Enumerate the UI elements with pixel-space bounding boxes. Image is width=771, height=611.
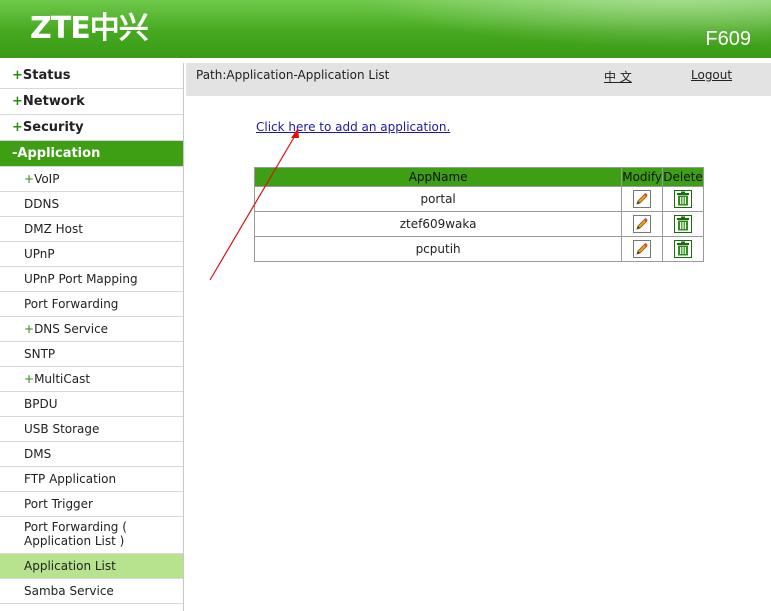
sidebar-item-network[interactable]: +Network bbox=[0, 89, 183, 115]
sidebar-item-label: SNTP bbox=[24, 347, 56, 361]
application-table: AppName Modify Delete portal ztef609waka bbox=[253, 167, 704, 262]
table-header-row: AppName Modify Delete bbox=[253, 167, 704, 187]
sidebar-item-status[interactable]: +Status bbox=[0, 63, 183, 89]
sidebar-item-upnp-port-mapping[interactable]: UPnP Port Mapping bbox=[0, 267, 183, 292]
sidebar-item-label: DMZ Host bbox=[24, 222, 83, 236]
delete-cell bbox=[662, 211, 704, 237]
pencil-edit-icon[interactable] bbox=[633, 240, 652, 258]
sidebar-item-label: UPnP Port Mapping bbox=[24, 272, 138, 286]
sidebar-item-ddns[interactable]: DDNS bbox=[0, 192, 183, 217]
expand-sign: + bbox=[12, 120, 23, 135]
sidebar-item-dmz-host[interactable]: DMZ Host bbox=[0, 217, 183, 242]
expand-sign: + bbox=[24, 372, 35, 386]
sidebar-item-label: Application List bbox=[24, 559, 116, 573]
sidebar-item-sntp[interactable]: SNTP bbox=[0, 342, 183, 367]
sidebar-item-application[interactable]: -Application bbox=[0, 141, 183, 167]
sidebar-item-label: MultiCast bbox=[34, 372, 91, 386]
modify-cell bbox=[621, 236, 663, 262]
sidebar-item-label: DMS bbox=[24, 447, 52, 461]
table-row: pcputih bbox=[253, 236, 704, 262]
breadcrumb: Path:Application-Application List bbox=[196, 68, 390, 82]
trash-bin-icon[interactable] bbox=[674, 240, 692, 258]
sidebar-item-label: UPnP bbox=[24, 247, 55, 261]
expand-sign: + bbox=[24, 322, 35, 336]
expand-sign: + bbox=[12, 94, 23, 109]
column-header-delete: Delete bbox=[662, 167, 704, 187]
sidebar-divider bbox=[183, 63, 184, 611]
sidebar-item-label: VoIP bbox=[34, 172, 60, 186]
header-banner: ZTE中兴 F609 bbox=[0, 0, 771, 58]
model-name: F609 bbox=[705, 28, 751, 50]
app-name-cell: ztef609waka bbox=[253, 211, 623, 237]
table-row: portal bbox=[253, 186, 704, 212]
sidebar-item-label: Samba Service bbox=[24, 584, 114, 598]
delete-cell bbox=[662, 236, 704, 262]
app-name-cell: pcputih bbox=[253, 236, 623, 262]
sidebar-item-label: Application bbox=[17, 146, 101, 161]
sidebar-item-label: DDNS bbox=[24, 197, 60, 211]
sidebar-item-samba-service[interactable]: Samba Service bbox=[0, 579, 183, 604]
sidebar-item-port-forwarding-app-list[interactable]: Port Forwarding ( Application List ) bbox=[0, 517, 183, 554]
pencil-edit-icon[interactable] bbox=[633, 190, 652, 208]
modify-cell bbox=[621, 211, 663, 237]
sidebar-item-upnp[interactable]: UPnP bbox=[0, 242, 183, 267]
language-switch-link[interactable]: 中 文 bbox=[604, 68, 632, 85]
table-row: ztef609waka bbox=[253, 211, 704, 237]
trash-bin-icon[interactable] bbox=[674, 190, 692, 208]
trash-bin-icon[interactable] bbox=[674, 215, 692, 233]
sidebar-item-bpdu[interactable]: BPDU bbox=[0, 392, 183, 417]
sidebar-item-label: Port Forwarding bbox=[24, 297, 119, 311]
sidebar-item-label: Port Trigger bbox=[24, 497, 93, 511]
sidebar-item-dns-service[interactable]: +DNS Service bbox=[0, 317, 183, 342]
zte-logo: ZTE中兴 bbox=[30, 11, 149, 46]
sidebar-item-usb-storage[interactable]: USB Storage bbox=[0, 417, 183, 442]
sidebar-item-multicast[interactable]: +MultiCast bbox=[0, 367, 183, 392]
pencil-edit-icon[interactable] bbox=[633, 215, 652, 233]
sidebar-item-label: FTP Application bbox=[24, 472, 117, 486]
column-header-modify: Modify bbox=[621, 167, 663, 187]
column-header-appname: AppName bbox=[253, 167, 623, 187]
sidebar-item-label: Status bbox=[22, 68, 71, 83]
sidebar-nav: +Status +Network +Security -Application … bbox=[0, 63, 183, 604]
sidebar-item-label: Security bbox=[22, 120, 84, 135]
logout-link[interactable]: Logout bbox=[691, 68, 732, 82]
sidebar-item-label: Network bbox=[22, 94, 85, 109]
sidebar-item-label: DNS Service bbox=[34, 322, 109, 336]
expand-sign: + bbox=[24, 172, 35, 186]
sidebar-item-label: USB Storage bbox=[24, 422, 100, 436]
sidebar-item-security[interactable]: +Security bbox=[0, 115, 183, 141]
path-bar: Path:Application-Application List 中 文 Lo… bbox=[186, 63, 771, 96]
modify-cell bbox=[621, 186, 663, 212]
sidebar-item-port-trigger[interactable]: Port Trigger bbox=[0, 492, 183, 517]
sidebar-item-label: BPDU bbox=[24, 397, 58, 411]
sidebar-item-port-forwarding[interactable]: Port Forwarding bbox=[0, 292, 183, 317]
app-name-cell: portal bbox=[253, 186, 623, 212]
sidebar-item-label: Port Forwarding ( Application List ) bbox=[24, 520, 127, 548]
delete-cell bbox=[662, 186, 704, 212]
add-application-link[interactable]: Click here to add an application. bbox=[256, 120, 450, 134]
expand-sign: + bbox=[12, 68, 23, 83]
sidebar-item-voip[interactable]: +VoIP bbox=[0, 167, 183, 192]
sidebar-item-application-list[interactable]: Application List bbox=[0, 554, 183, 579]
header-decoration bbox=[291, 0, 771, 58]
sidebar-item-ftp-application[interactable]: FTP Application bbox=[0, 467, 183, 492]
sidebar-item-dms[interactable]: DMS bbox=[0, 442, 183, 467]
